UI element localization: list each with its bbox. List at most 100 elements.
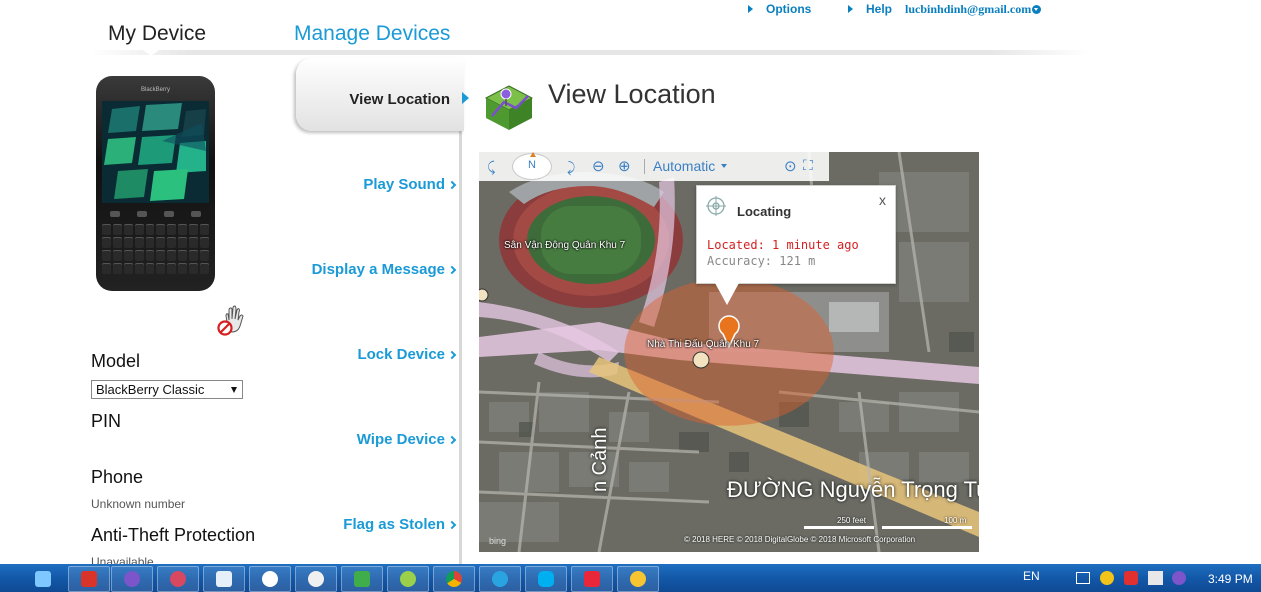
chrome-icon (446, 571, 462, 587)
antivirus-icon[interactable] (1148, 571, 1163, 585)
foxit-icon (584, 571, 600, 587)
help-label: Help (866, 2, 893, 16)
taskbar-app-itunes[interactable] (295, 566, 337, 592)
model-select[interactable]: BlackBerry Classic (91, 380, 243, 399)
taskbar-app-skype[interactable] (525, 566, 567, 592)
flash-icon (81, 571, 97, 587)
taskbar-app-viber[interactable] (111, 566, 153, 592)
language-indicator[interactable]: EN (1023, 569, 1040, 583)
taskbar-app-chat[interactable] (387, 566, 429, 592)
menu-item-wipe-device[interactable]: Wipe Device (356, 431, 457, 448)
map-copyright: © 2018 HERE © 2018 DigitalGlobe © 2018 M… (684, 535, 916, 544)
menu-item-label: Wipe Device (356, 431, 445, 448)
rotate-left-icon[interactable]: ⤹ (487, 159, 495, 176)
pin-label: PIN (91, 411, 122, 431)
map-label-street: ĐƯỜNG Nguyễn Trọng Tu (727, 477, 979, 502)
triangle-icon (748, 5, 753, 13)
dropdown-arrow-icon (231, 387, 237, 393)
skype-icon (538, 571, 554, 587)
tab-indicator (143, 50, 159, 56)
chevron-down-icon (721, 164, 727, 168)
anti-theft-label: Anti-Theft Protection (91, 525, 256, 545)
viber-tray-icon[interactable] (1172, 571, 1186, 585)
taskbar-app-download[interactable] (203, 566, 245, 592)
anti-theft-hand-icon (217, 305, 244, 336)
compass-north-label: N (528, 159, 536, 171)
account-menu[interactable]: lucbinhdinh@gmail.com (905, 1, 1042, 16)
menu-item-label: View Location (349, 91, 450, 108)
menu-item-lock-device[interactable]: Lock Device (357, 346, 457, 363)
taskbar-app-ball[interactable] (157, 566, 199, 592)
taskbar-app-plane[interactable] (341, 566, 383, 592)
chevron-right-icon (447, 435, 457, 444)
notification-icon[interactable] (1100, 571, 1114, 585)
north-indicator-icon (530, 152, 536, 157)
top-links: Options Help lucbinhdinh@gmail.com (748, 1, 1042, 16)
locate-me-icon[interactable]: ⊙ (784, 157, 797, 175)
tab-my-device[interactable]: My Device (108, 22, 206, 46)
crosshair-icon (706, 196, 726, 216)
close-icon[interactable]: x (879, 192, 886, 208)
menu-item-view-location[interactable]: View Location (296, 58, 469, 131)
taskbar-app-webcam[interactable] (249, 566, 291, 592)
device-brand: BlackBerry (140, 87, 170, 93)
menu-item-label: Play Sound (363, 176, 445, 193)
phone-value: Unknown number (91, 497, 186, 511)
menu-item-label: Lock Device (357, 346, 445, 363)
chevron-right-icon (447, 520, 457, 529)
header-divider (90, 50, 1090, 55)
map-label-street-2: n Cảnh (589, 427, 611, 493)
itunes-icon (308, 571, 324, 587)
popup-located-time: Located: 1 minute ago (707, 238, 859, 252)
help-link[interactable]: Help (848, 2, 905, 16)
map-label-stadium: Sân Vận Động Quân Khu 7 (504, 240, 626, 251)
account-email: lucbinhdinh@gmail.com (905, 1, 1032, 16)
fullscreen-icon[interactable]: ⛶ (803, 157, 813, 174)
model-label: Model (91, 351, 141, 371)
taskbar-app-hotspot[interactable] (479, 566, 521, 592)
popup-title: Locating (737, 204, 792, 219)
blackberry-logo-icon (102, 101, 209, 203)
map-style-dropdown[interactable]: Automatic (653, 158, 715, 174)
compass-control[interactable]: N (512, 152, 552, 180)
taskbar-app-flash[interactable] (68, 566, 110, 592)
menu-item-label: Flag as Stolen (343, 516, 445, 533)
bing-logo: bing (489, 536, 507, 546)
zoom-in-icon[interactable]: ⊕ (618, 157, 631, 175)
plane-icon (354, 571, 370, 587)
menu-item-display-message[interactable]: Display a Message (312, 261, 457, 278)
scale-bar (804, 526, 972, 529)
menu-item-flag-stolen[interactable]: Flag as Stolen (343, 516, 457, 533)
zoom-out-icon[interactable]: ⊖ (592, 157, 605, 175)
start-button[interactable] (20, 566, 65, 592)
page-title: View Location (548, 79, 716, 109)
chevron-down-icon (1032, 4, 1042, 14)
menu-item-play-sound[interactable]: Play Sound (363, 176, 457, 193)
scale-feet: 250 feet (837, 516, 866, 525)
chat-icon (400, 571, 416, 587)
model-select-value: BlackBerry Classic (96, 382, 205, 397)
tab-manage-devices[interactable]: Manage Devices (294, 22, 450, 46)
toolbar-separator (644, 159, 645, 174)
clock[interactable]: 3:49 PM (1208, 572, 1253, 586)
chevron-right-icon (447, 180, 457, 189)
device-keyboard (102, 224, 209, 274)
popup-pointer (715, 283, 739, 305)
display-icon[interactable] (1076, 572, 1090, 584)
app-ball-icon (170, 571, 186, 587)
device-image: BlackBerry (96, 76, 215, 291)
taskbar-app-chrome[interactable] (433, 566, 475, 592)
rotate-right-icon[interactable]: ⤸ (567, 159, 575, 176)
webcam-icon (262, 571, 278, 587)
device-screen (102, 101, 209, 203)
triangle-icon (848, 5, 853, 13)
page: Options Help lucbinhdinh@gmail.com My De… (0, 0, 1261, 592)
chevron-right-icon (447, 265, 457, 274)
taskbar-app-emoji[interactable] (617, 566, 659, 592)
taskbar-app-foxit[interactable] (571, 566, 613, 592)
location-map[interactable]: ⤹ N ⤸ ⊖ ⊕ Automatic ⊙ ⛶ Sân Vận Động Quâ… (479, 152, 979, 552)
options-link[interactable]: Options (748, 2, 848, 16)
download-icon (216, 571, 232, 587)
device-nav-keys (102, 207, 209, 221)
tray-app-icon[interactable] (1124, 571, 1138, 585)
